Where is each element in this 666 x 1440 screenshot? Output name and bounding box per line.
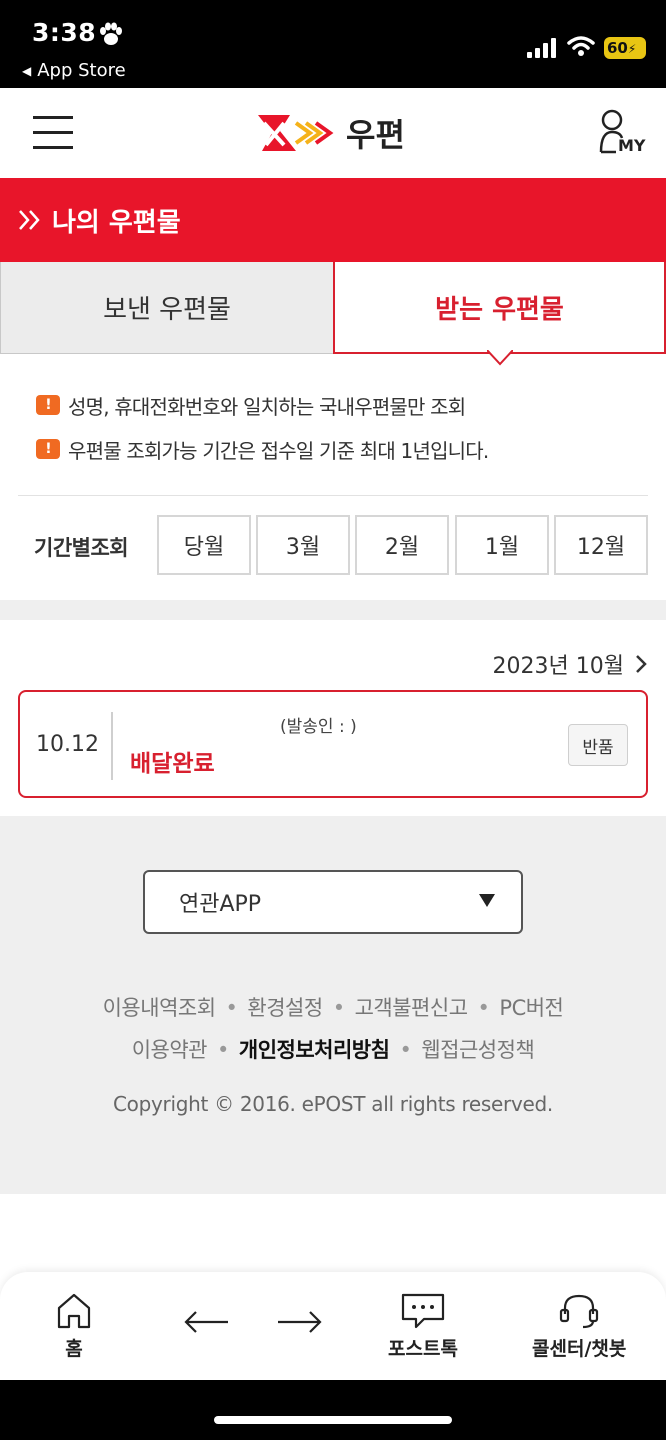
nav-posttalk[interactable]: 포스트톡 xyxy=(388,1292,458,1361)
link-privacy-policy[interactable]: 개인정보처리방침 xyxy=(239,1038,390,1062)
period-button-current-month[interactable]: 당월 xyxy=(157,515,251,575)
notice-item: ! 성명, 휴대전화번호와 일치하는 국내우편물만 조회 xyxy=(36,388,646,422)
footer-links-row-1: 이용내역조회 • 환경설정 • 고객불편신고 • PC버전 xyxy=(0,992,666,1022)
nav-home-label: 홈 xyxy=(65,1338,83,1360)
link-accessibility-policy[interactable]: 웹접근성정책 xyxy=(421,1038,534,1062)
notice-text: 성명, 휴대전화번호와 일치하는 국내우편물만 조회 xyxy=(68,394,466,419)
month-navigator[interactable]: 2023년 10월 xyxy=(493,648,648,680)
period-button-february[interactable]: 2월 xyxy=(355,515,449,575)
chat-bubble-icon xyxy=(401,1293,445,1329)
home-indicator[interactable] xyxy=(214,1416,452,1424)
back-to-app-store[interactable]: ◀ App Store xyxy=(22,60,126,81)
headset-icon xyxy=(560,1294,599,1329)
link-terms[interactable]: 이용약관 xyxy=(132,1038,208,1062)
notice-list: ! 성명, 휴대전화번호와 일치하는 국내우편물만 조회 ! 우편물 조회가능 … xyxy=(36,388,646,476)
notice-item: ! 우편물 조회가능 기간은 접수일 기준 최대 1년입니다. xyxy=(36,432,646,466)
status-bar: 3:38 ◀ App Store 60⚡ xyxy=(0,0,666,88)
link-separator: • xyxy=(477,996,490,1020)
period-button-march[interactable]: 3월 xyxy=(256,515,350,575)
link-separator: • xyxy=(399,1038,412,1062)
back-arrow-icon[interactable] xyxy=(182,1308,230,1336)
footer-links-row-2: 이용약관 • 개인정보처리방침 • 웹접근성정책 xyxy=(0,1034,666,1064)
paw-icon xyxy=(100,22,122,45)
epost-logo-icon xyxy=(258,115,334,151)
related-app-select[interactable]: 연관APP xyxy=(143,870,523,934)
hamburger-menu-icon[interactable] xyxy=(33,116,73,150)
charging-bolt-icon: ⚡ xyxy=(627,42,637,56)
mail-separator xyxy=(111,712,113,780)
back-triangle-icon: ◀ xyxy=(22,63,32,78)
link-pc-version[interactable]: PC버전 xyxy=(499,996,563,1020)
tab-sent-mail[interactable]: 보낸 우편물 xyxy=(0,262,334,354)
tab-received-mail[interactable]: 받는 우편물 xyxy=(333,262,666,354)
period-button-january[interactable]: 1월 xyxy=(455,515,549,575)
battery-indicator: 60⚡ xyxy=(604,37,646,59)
signal-icon xyxy=(527,38,556,58)
related-app-select-value: 연관APP xyxy=(179,892,262,917)
mail-date: 10.12 xyxy=(36,732,99,757)
nav-call-center[interactable]: 콜센터/챗봇 xyxy=(532,1292,626,1361)
link-separator: • xyxy=(217,1038,229,1062)
footer: 연관APP 이용내역조회 • 환경설정 • 고객불편신고 • PC버전 이용약관 • 개인정보처… xyxy=(0,816,666,1194)
warning-icon: ! xyxy=(36,439,60,459)
link-complaint[interactable]: 고객불편신고 xyxy=(355,996,468,1020)
home-icon xyxy=(57,1293,91,1329)
section-title: 나의 우편물 xyxy=(52,207,181,238)
nav-home[interactable]: 홈 xyxy=(56,1292,92,1361)
chevron-right-icon[interactable] xyxy=(634,654,648,674)
notice-text: 우편물 조회가능 기간은 접수일 기준 최대 1년입니다. xyxy=(68,438,489,463)
double-chevron-icon xyxy=(19,210,40,230)
mail-sender: (발송인 : ) xyxy=(280,717,357,737)
warning-icon: ! xyxy=(36,395,60,415)
active-tab-pointer-icon xyxy=(487,350,513,366)
forward-arrow-icon[interactable] xyxy=(276,1308,324,1336)
copyright: Copyright © 2016. ePOST all rights reser… xyxy=(113,1092,553,1116)
divider xyxy=(18,495,648,496)
link-usage-history[interactable]: 이용내역조회 xyxy=(103,996,216,1020)
section-gap xyxy=(0,600,666,620)
nav-posttalk-label: 포스트톡 xyxy=(388,1338,458,1360)
status-time: 3:38 xyxy=(32,18,97,47)
mail-status: 배달완료 xyxy=(130,751,215,777)
bottom-navigation: 홈 포스트톡 콜센터/챗봇 xyxy=(0,1272,666,1380)
battery-level: 60 xyxy=(607,39,628,57)
month-label: 2023년 10월 xyxy=(492,654,624,679)
period-button-december[interactable]: 12월 xyxy=(554,515,648,575)
caret-down-icon xyxy=(479,894,495,907)
app-header: 우편 MY xyxy=(0,88,666,178)
return-button[interactable]: 반품 xyxy=(568,724,628,766)
nav-call-center-label: 콜센터/챗봇 xyxy=(532,1338,627,1360)
logo-text: 우편 xyxy=(346,116,405,154)
mail-tabs: 보낸 우편물 받는 우편물 xyxy=(0,262,666,366)
home-indicator-area xyxy=(0,1380,666,1440)
link-separator: • xyxy=(332,996,345,1020)
my-label[interactable]: MY xyxy=(618,136,646,155)
period-filter-label: 기간별조회 xyxy=(34,536,129,560)
epost-logo[interactable]: 우편 xyxy=(256,110,405,156)
mail-item-card[interactable]: 10.12 (발송인 : ) 배달완료 반품 xyxy=(18,690,648,798)
section-title-bar: 나의 우편물 xyxy=(0,178,666,262)
back-app-label: App Store xyxy=(37,60,126,81)
link-settings[interactable]: 환경설정 xyxy=(247,996,323,1020)
wifi-icon xyxy=(567,36,595,56)
link-separator: • xyxy=(225,996,238,1020)
